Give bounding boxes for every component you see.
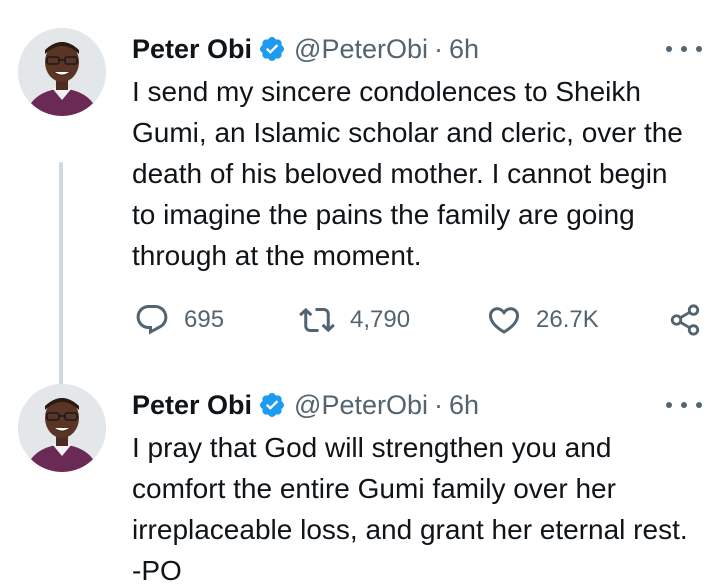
- thread-connector-line: [59, 162, 63, 402]
- separator-dot: ·: [434, 33, 444, 64]
- reply-icon: [136, 305, 168, 335]
- reply-count: 695: [184, 306, 225, 333]
- tweet-thread: Peter Obi @PeterObi · 6h I send my since…: [0, 0, 720, 587]
- timestamp[interactable]: 6h: [449, 390, 479, 421]
- reply-button[interactable]: 695: [134, 300, 224, 340]
- share-icon: [670, 304, 700, 336]
- tweet-header: Peter Obi @PeterObi · 6h: [132, 28, 704, 70]
- more-options-icon[interactable]: [666, 38, 702, 60]
- like-button[interactable]: 26.7K: [486, 300, 599, 340]
- verified-badge-icon: [258, 35, 286, 63]
- tweet-text: I send my sincere condolences to Sheikh …: [132, 76, 683, 271]
- tweet-header: Peter Obi @PeterObi · 6h: [132, 384, 704, 426]
- retweet-count: 4,790: [350, 306, 411, 333]
- heart-icon: [488, 307, 520, 334]
- author-handle[interactable]: @PeterObi: [294, 34, 428, 65]
- tweet-content: Peter Obi @PeterObi · 6h I send my since…: [132, 28, 704, 276]
- tweet-text: I pray that God will strengthen you and …: [132, 432, 688, 586]
- avatar[interactable]: [18, 384, 106, 472]
- tweet-actions: 695 4,790 26.7K: [0, 300, 720, 340]
- author-handle[interactable]: @PeterObi: [294, 390, 428, 421]
- avatar-image: [18, 28, 106, 116]
- more-options-icon[interactable]: [666, 394, 702, 416]
- avatar[interactable]: [18, 28, 106, 116]
- author-name[interactable]: Peter Obi: [132, 390, 252, 421]
- verified-badge-icon: [258, 391, 286, 419]
- tweet-content: Peter Obi @PeterObi · 6h I pray that God…: [132, 384, 704, 587]
- share-button[interactable]: [668, 300, 702, 340]
- timestamp[interactable]: 6h: [449, 34, 479, 65]
- author-name[interactable]: Peter Obi: [132, 34, 252, 65]
- like-count: 26.7K: [536, 306, 599, 333]
- separator-dot: ·: [434, 389, 444, 420]
- avatar-image: [18, 384, 106, 472]
- retweet-icon: [299, 307, 335, 333]
- retweet-button[interactable]: 4,790: [298, 300, 410, 340]
